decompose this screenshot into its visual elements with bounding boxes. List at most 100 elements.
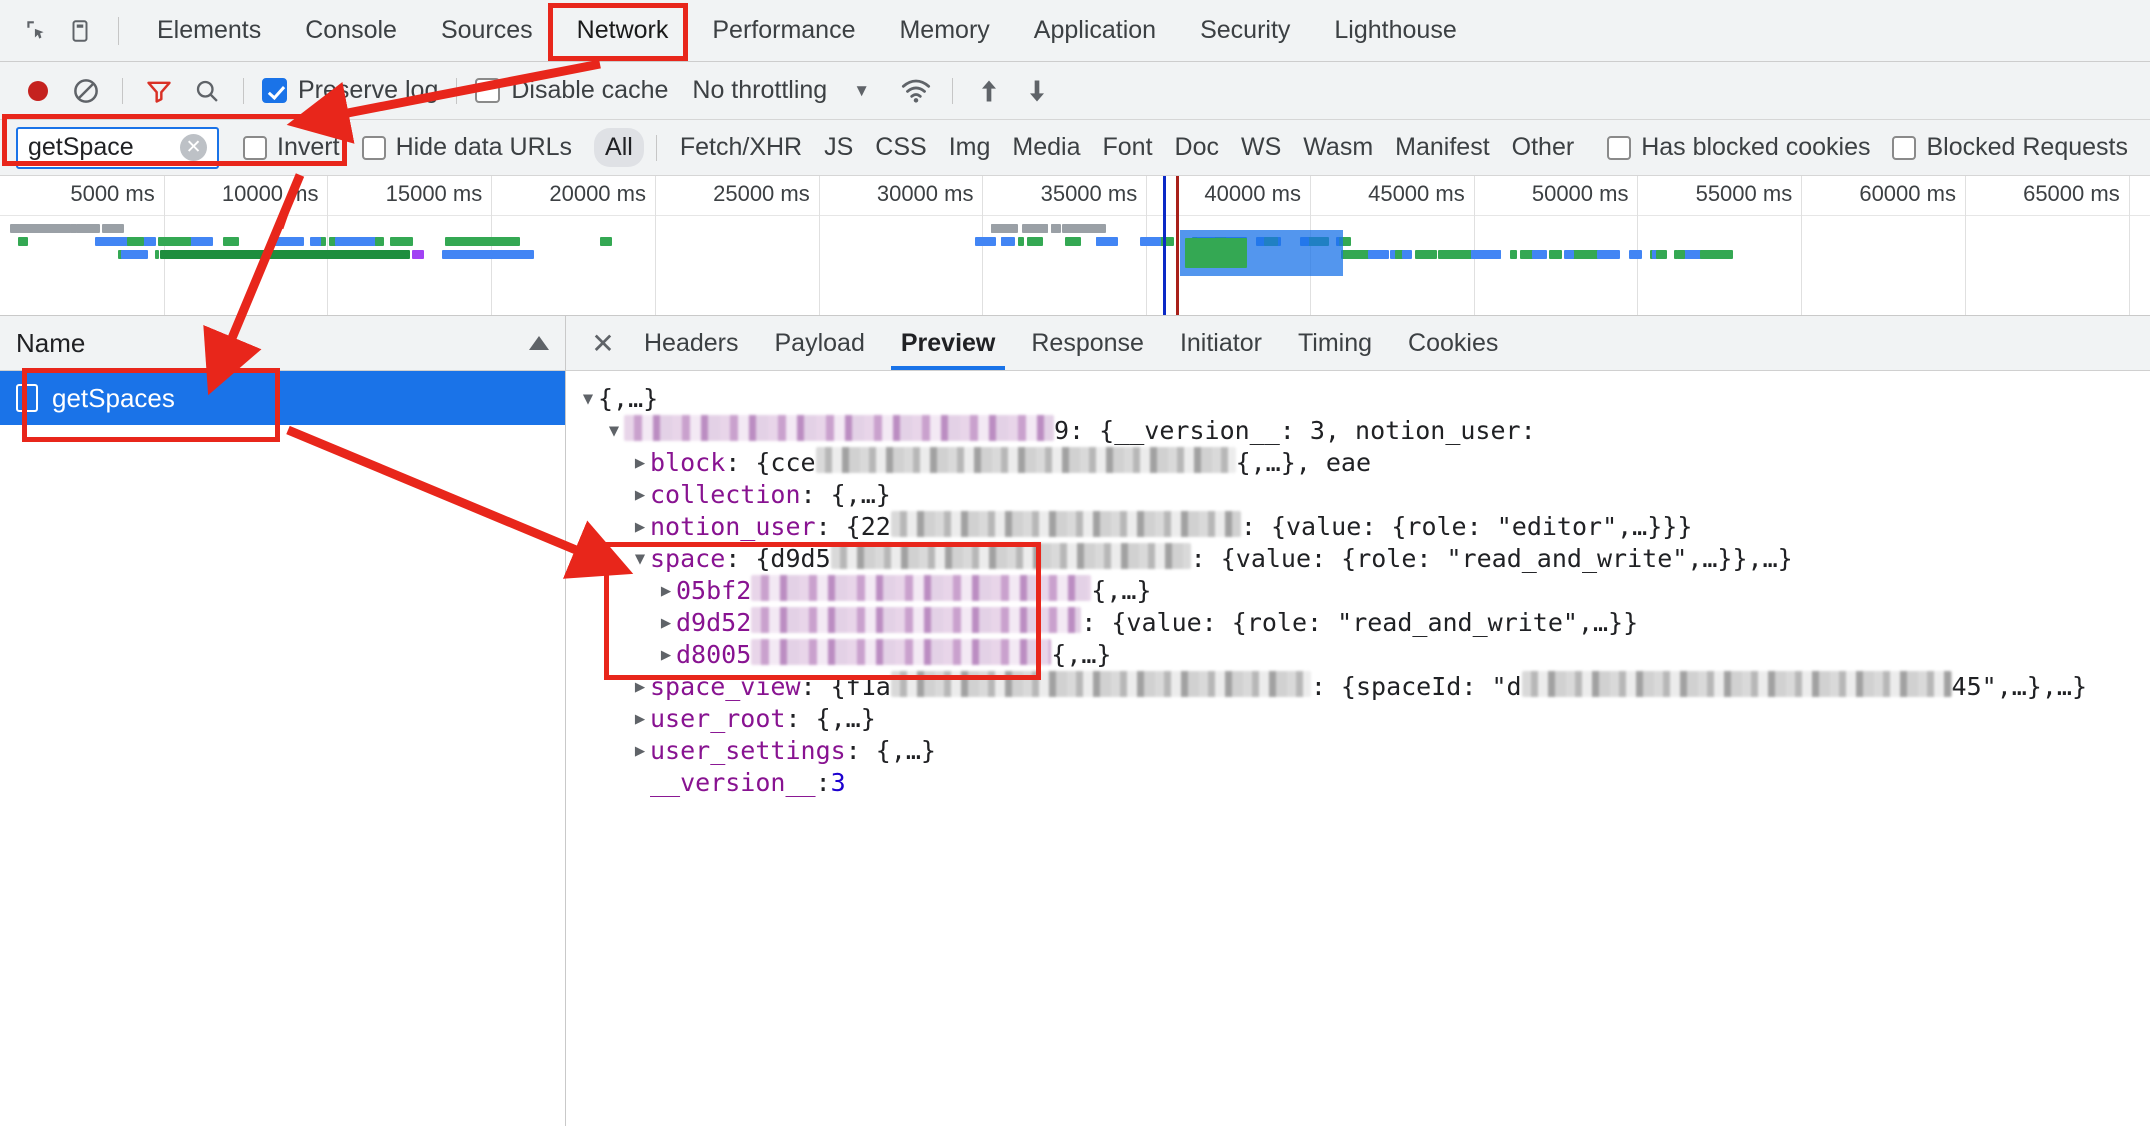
- tab-security[interactable]: Security: [1178, 0, 1312, 61]
- json-row[interactable]: ▶d9d52: {value: {role: "read_and_write",…: [578, 607, 2150, 639]
- sort-ascending-icon[interactable]: [529, 336, 549, 350]
- chevron-right-icon[interactable]: ▶: [656, 639, 676, 671]
- chevron-right-icon[interactable]: ▶: [630, 735, 650, 767]
- tab-application[interactable]: Application: [1012, 0, 1178, 61]
- device-toolbar-icon[interactable]: [58, 9, 102, 53]
- overview-bar: [160, 250, 410, 259]
- json-row[interactable]: ▼9: {__version__: 3, notion_user:: [578, 415, 2150, 447]
- chevron-down-icon[interactable]: ▼: [853, 81, 870, 101]
- json-row[interactable]: ▶05bf2{,…}: [578, 575, 2150, 607]
- chevron-right-icon[interactable]: ▶: [630, 511, 650, 543]
- type-filter-other[interactable]: Other: [1501, 128, 1586, 167]
- has-blocked-cookies-checkbox[interactable]: Has blocked cookies: [1607, 133, 1870, 162]
- tab-performance[interactable]: Performance: [690, 0, 877, 61]
- invert-label: Invert: [277, 133, 340, 162]
- json-row[interactable]: ▶space_view: {f1a: {spaceId: "d45",…},…}: [578, 671, 2150, 703]
- json-row[interactable]: ▶user_root: {,…}: [578, 703, 2150, 735]
- filter-toggle-icon[interactable]: [135, 67, 183, 115]
- json-preview-tree[interactable]: ▼{,…}▼9: {__version__: 3, notion_user: ▶…: [566, 371, 2150, 1126]
- json-row[interactable]: ▶notion_user: {22: {value: {role: "edito…: [578, 511, 2150, 543]
- json-row[interactable]: ▶block: {cce {,…}, eae: [578, 447, 2150, 479]
- tab-response[interactable]: Response: [1013, 316, 1162, 370]
- overview-bar: [1564, 250, 1574, 259]
- json-row[interactable]: ▼space: {d9d5: {value: {role: "read_and_…: [578, 543, 2150, 575]
- chevron-right-icon[interactable]: ▶: [656, 607, 676, 639]
- tab-initiator[interactable]: Initiator: [1162, 316, 1280, 370]
- timeline-tick-label: 65000 ms: [2023, 181, 2129, 207]
- type-filter-manifest[interactable]: Manifest: [1384, 128, 1500, 167]
- type-filter-media[interactable]: Media: [1001, 128, 1091, 167]
- overview-bar: [121, 250, 147, 259]
- disable-cache-label: Disable cache: [511, 76, 668, 105]
- type-filter-img[interactable]: Img: [938, 128, 1002, 167]
- type-filter-wasm[interactable]: Wasm: [1292, 128, 1384, 167]
- overview-bar: [1415, 250, 1437, 259]
- chevron-down-icon[interactable]: ▼: [578, 383, 598, 415]
- overview-bar: [1510, 250, 1517, 259]
- tab-elements[interactable]: Elements: [135, 0, 283, 61]
- type-filter-fetchxhr[interactable]: Fetch/XHR: [669, 128, 813, 167]
- tab-timing[interactable]: Timing: [1280, 316, 1390, 370]
- chevron-down-icon[interactable]: ▼: [604, 415, 624, 447]
- type-filter-font[interactable]: Font: [1091, 128, 1163, 167]
- redacted-text: [816, 447, 1236, 473]
- record-button[interactable]: [14, 67, 62, 115]
- json-row[interactable]: ▶user_settings: {,…}: [578, 735, 2150, 767]
- type-filter-js[interactable]: JS: [813, 128, 864, 167]
- disable-cache-checkbox[interactable]: Disable cache: [469, 76, 674, 105]
- clear-filter-icon[interactable]: ✕: [180, 134, 207, 161]
- json-row[interactable]: ▶__version__: 3: [578, 767, 2150, 799]
- tab-memory[interactable]: Memory: [877, 0, 1011, 61]
- requests-column-header[interactable]: Name: [0, 316, 565, 371]
- filter-input[interactable]: getSpace ✕: [16, 127, 219, 169]
- type-filter-doc[interactable]: Doc: [1164, 128, 1230, 167]
- hide-data-urls-box: [362, 136, 386, 160]
- inspect-element-icon[interactable]: [14, 9, 58, 53]
- chevron-right-icon[interactable]: ▶: [630, 671, 650, 703]
- close-icon[interactable]: ✕: [580, 320, 626, 366]
- tab-lighthouse[interactable]: Lighthouse: [1312, 0, 1478, 61]
- type-filter-all[interactable]: All: [594, 128, 644, 167]
- json-value: : {spaceId: "d: [1311, 671, 1522, 703]
- json-key: space_view: [650, 671, 801, 703]
- throttling-label: No throttling: [692, 76, 827, 104]
- export-har-icon[interactable]: [1013, 67, 1061, 115]
- hide-data-urls-checkbox[interactable]: Hide data URLs: [362, 133, 572, 162]
- blocked-requests-checkbox[interactable]: Blocked Requests: [1892, 133, 2128, 162]
- table-row[interactable]: getSpaces: [0, 371, 565, 425]
- throttling-select[interactable]: No throttling: [692, 76, 827, 105]
- tab-sources[interactable]: Sources: [419, 0, 555, 61]
- type-filter-css[interactable]: CSS: [864, 128, 937, 167]
- tab-cookies[interactable]: Cookies: [1390, 316, 1516, 370]
- chevron-right-icon[interactable]: ▶: [630, 703, 650, 735]
- tab-network[interactable]: Network: [555, 0, 691, 61]
- json-row[interactable]: ▼{,…}: [578, 383, 2150, 415]
- json-row[interactable]: ▶collection: {,…}: [578, 479, 2150, 511]
- tab-headers[interactable]: Headers: [626, 316, 757, 370]
- type-filter-ws[interactable]: WS: [1230, 128, 1292, 167]
- blocked-requests-box: [1892, 136, 1916, 160]
- tab-preview[interactable]: Preview: [883, 316, 1014, 370]
- tab-payload[interactable]: Payload: [757, 316, 883, 370]
- json-key: notion_user: [650, 511, 816, 543]
- chevron-right-icon[interactable]: ▶: [630, 479, 650, 511]
- preserve-log-checkbox[interactable]: Preserve log: [256, 76, 444, 105]
- tab-console[interactable]: Console: [283, 0, 419, 61]
- tab-payload-label: Payload: [775, 329, 865, 358]
- clear-button[interactable]: [62, 67, 110, 115]
- json-row[interactable]: ▶d8005{,…}: [578, 639, 2150, 671]
- json-value: 3: [831, 767, 846, 799]
- chevron-right-icon[interactable]: ▶: [656, 575, 676, 607]
- import-har-icon[interactable]: [965, 67, 1013, 115]
- overview-bar: [127, 237, 144, 246]
- chevron-right-icon[interactable]: ▶: [630, 447, 650, 479]
- search-icon[interactable]: [183, 67, 231, 115]
- network-overview[interactable]: 5000 ms10000 ms15000 ms20000 ms25000 ms3…: [0, 176, 2150, 316]
- overview-bar: [1096, 237, 1110, 246]
- type-filter-all-label: All: [605, 133, 633, 161]
- invert-checkbox[interactable]: Invert: [243, 133, 340, 162]
- json-value: : {d9d5: [725, 543, 830, 575]
- chevron-down-icon[interactable]: ▼: [630, 543, 650, 575]
- wifi-icon[interactable]: [892, 67, 940, 115]
- dcl-marker-line: [1163, 176, 1166, 315]
